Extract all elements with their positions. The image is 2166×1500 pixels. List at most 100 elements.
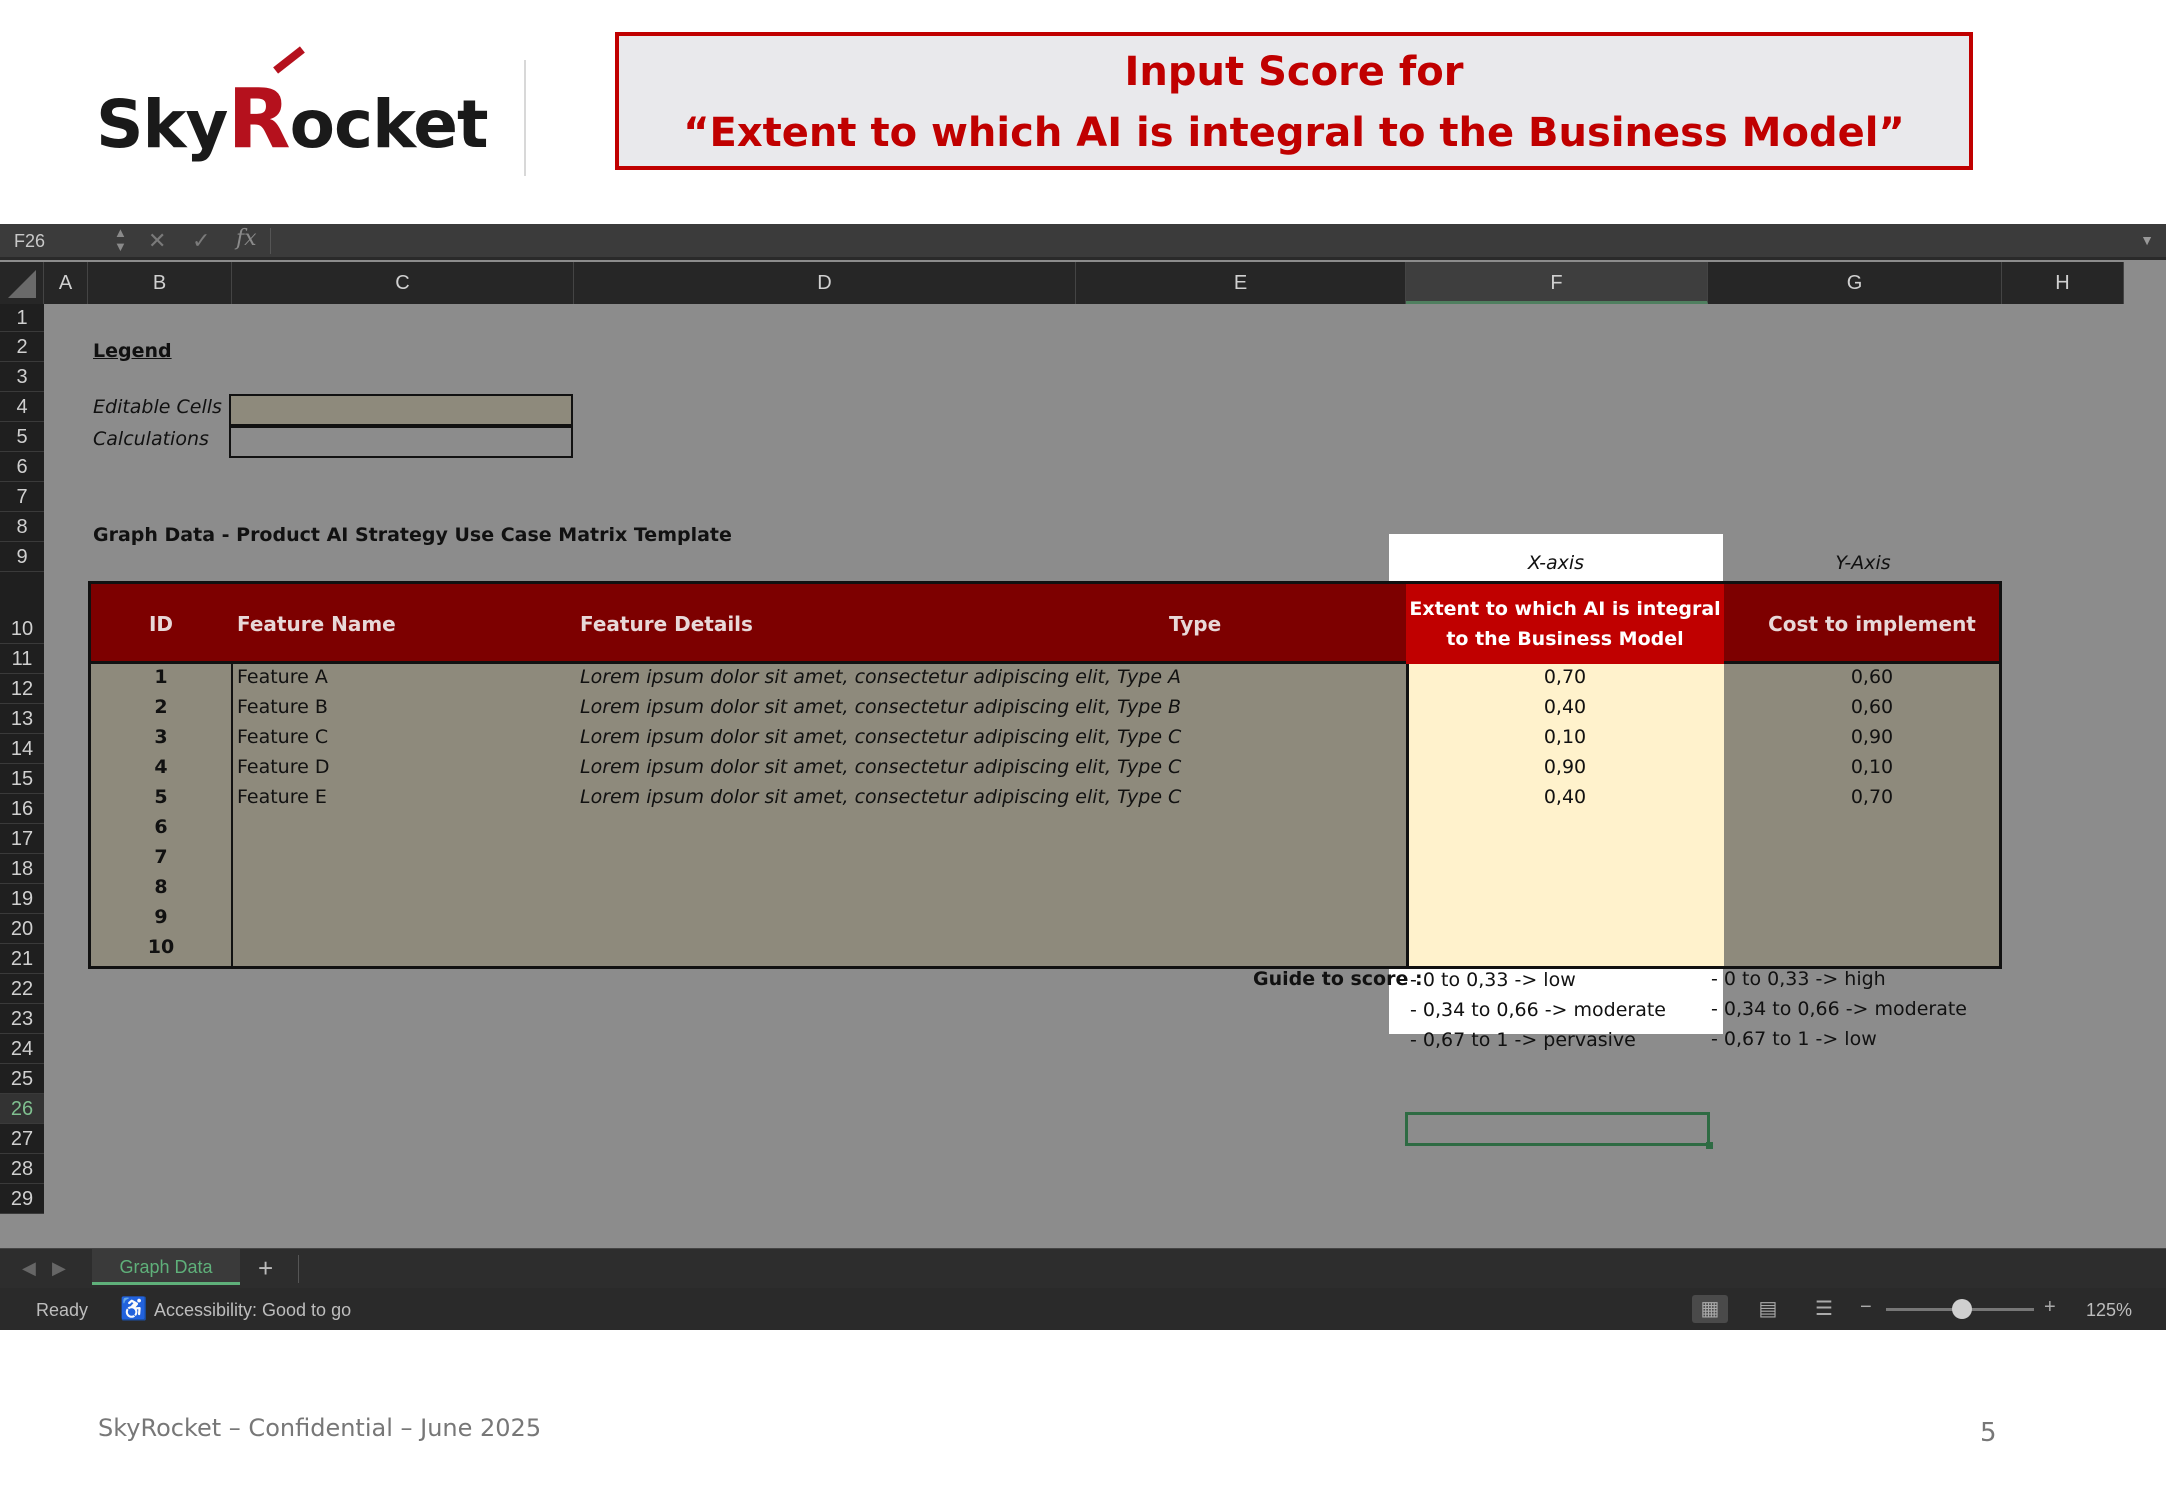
column-header-d[interactable]: D xyxy=(574,262,1076,304)
row-header-23[interactable]: 23 xyxy=(0,1004,44,1034)
row-header-17[interactable]: 17 xyxy=(0,824,44,854)
row-header-11[interactable]: 11 xyxy=(0,644,44,674)
cell-id[interactable]: 6 xyxy=(91,816,231,838)
row-header-8[interactable]: 8 xyxy=(0,512,44,542)
formula-expand-icon[interactable]: ▼ xyxy=(2140,232,2154,248)
cell-cost[interactable]: 0,10 xyxy=(1724,756,2020,778)
cell-feature-name[interactable]: Feature D xyxy=(237,756,329,778)
column-header-g[interactable]: G xyxy=(1708,262,2002,304)
enter-check-icon[interactable]: ✓ xyxy=(192,228,210,254)
row-header-9[interactable]: 9 xyxy=(0,542,44,572)
legend-editable-swatch[interactable] xyxy=(229,394,573,426)
cell-id[interactable]: 10 xyxy=(91,936,231,958)
cell-x-score[interactable]: 0,40 xyxy=(1406,696,1724,718)
cell-x-score[interactable]: 0,40 xyxy=(1406,786,1724,808)
column-header-c[interactable]: C xyxy=(232,262,574,304)
table-header: ID Feature Name Feature Details Type Ext… xyxy=(91,584,1999,664)
accessibility-status[interactable]: Accessibility: Good to go xyxy=(154,1300,351,1321)
row-header-28[interactable]: 28 xyxy=(0,1154,44,1184)
row-header-3[interactable]: 3 xyxy=(0,362,44,392)
legend-title: Legend xyxy=(93,340,172,362)
row-header-27[interactable]: 27 xyxy=(0,1124,44,1154)
cell-x-score[interactable]: 0,90 xyxy=(1406,756,1724,778)
cell-id[interactable]: 5 xyxy=(91,786,231,808)
cell-x-score[interactable]: 0,10 xyxy=(1406,726,1724,748)
row-header-6[interactable]: 6 xyxy=(0,452,44,482)
guide-x-item: - 0,67 to 1 -> pervasive xyxy=(1410,1029,1636,1051)
cell-feature-name[interactable]: Feature E xyxy=(237,786,327,808)
zoom-in-icon[interactable]: + xyxy=(2044,1296,2056,1319)
cell-feature-details[interactable]: Lorem ipsum dolor sit amet, consectetur … xyxy=(580,756,1181,778)
row-header-20[interactable]: 20 xyxy=(0,914,44,944)
row-header-2[interactable]: 2 xyxy=(0,332,44,362)
cell-cost[interactable]: 0,60 xyxy=(1724,696,2020,718)
prev-sheet-icon[interactable]: ◀ xyxy=(22,1258,36,1279)
cell-feature-name[interactable]: Feature B xyxy=(237,696,328,718)
name-box[interactable]: F26 xyxy=(14,231,45,252)
row-header-26[interactable]: 26 xyxy=(0,1094,44,1124)
row-header-13[interactable]: 13 xyxy=(0,704,44,734)
active-cell-f26[interactable] xyxy=(1405,1112,1710,1146)
row-header-22[interactable]: 22 xyxy=(0,974,44,1004)
row-header-1[interactable]: 1 xyxy=(0,304,44,332)
next-sheet-icon[interactable]: ▶ xyxy=(52,1258,66,1279)
logo-accent-mark xyxy=(273,46,305,74)
zoom-out-icon[interactable]: − xyxy=(1860,1296,1872,1319)
cell-feature-details[interactable]: Lorem ipsum dolor sit amet, consectetur … xyxy=(580,786,1181,808)
row-header-19[interactable]: 19 xyxy=(0,884,44,914)
cell-id[interactable]: 7 xyxy=(91,846,231,868)
formula-bar: F26 ▲ ▼ ✕ ✓ fx ▼ xyxy=(0,224,2166,260)
legend-calculations-label: Calculations xyxy=(93,428,209,450)
cell-id[interactable]: 1 xyxy=(91,666,231,688)
legend-calculations-swatch[interactable] xyxy=(229,426,573,458)
row-header-29[interactable]: 29 xyxy=(0,1184,44,1214)
cell-id[interactable]: 4 xyxy=(91,756,231,778)
cell-id[interactable]: 2 xyxy=(91,696,231,718)
cell-id[interactable]: 3 xyxy=(91,726,231,748)
row-header-5[interactable]: 5 xyxy=(0,422,44,452)
page-break-icon[interactable]: ☰ xyxy=(1806,1295,1842,1323)
row-header-10[interactable]: 10 xyxy=(0,572,44,644)
cell-feature-name[interactable]: Feature A xyxy=(237,666,328,688)
cell-id[interactable]: 9 xyxy=(91,906,231,928)
row-header-15[interactable]: 15 xyxy=(0,764,44,794)
fill-handle[interactable] xyxy=(1706,1142,1713,1149)
cell-feature-details[interactable]: Lorem ipsum dolor sit amet, consectetur … xyxy=(580,696,1181,718)
cell-feature-details[interactable]: Lorem ipsum dolor sit amet, consectetur … xyxy=(580,666,1181,688)
row-header-25[interactable]: 25 xyxy=(0,1064,44,1094)
accessibility-icon[interactable]: ♿ xyxy=(120,1296,147,1322)
row-header-4[interactable]: 4 xyxy=(0,392,44,422)
function-icon[interactable]: fx xyxy=(236,226,257,251)
header-id: ID xyxy=(148,612,174,636)
cell-x-score[interactable]: 0,70 xyxy=(1406,666,1724,688)
zoom-level[interactable]: 125% xyxy=(2086,1300,2132,1321)
row-header-14[interactable]: 14 xyxy=(0,734,44,764)
row-header-16[interactable]: 16 xyxy=(0,794,44,824)
cell-feature-details[interactable]: Lorem ipsum dolor sit amet, consectetur … xyxy=(580,726,1181,748)
column-header-b[interactable]: B xyxy=(88,262,232,304)
name-box-stepper-icon[interactable]: ▲ ▼ xyxy=(114,226,127,254)
sheet-tab-graph-data[interactable]: Graph Data xyxy=(92,1249,240,1285)
cell-id[interactable]: 8 xyxy=(91,876,231,898)
cell-cost[interactable]: 0,70 xyxy=(1724,786,2020,808)
row-header-24[interactable]: 24 xyxy=(0,1034,44,1064)
cell-cost[interactable]: 0,90 xyxy=(1724,726,2020,748)
row-header-21[interactable]: 21 xyxy=(0,944,44,974)
page-layout-icon[interactable]: ▤ xyxy=(1750,1295,1786,1323)
column-header-f[interactable]: F xyxy=(1406,262,1708,304)
row-header-18[interactable]: 18 xyxy=(0,854,44,884)
row-header-12[interactable]: 12 xyxy=(0,674,44,704)
column-header-e[interactable]: E xyxy=(1076,262,1406,304)
select-all-corner[interactable] xyxy=(0,262,44,304)
zoom-slider-thumb[interactable] xyxy=(1952,1299,1972,1319)
column-header-h[interactable]: H xyxy=(2002,262,2124,304)
cell-cost[interactable]: 0,60 xyxy=(1724,666,2020,688)
header-cost: Cost to implement xyxy=(1768,612,1976,636)
normal-view-icon[interactable]: ▦ xyxy=(1692,1295,1728,1323)
cell-feature-name[interactable]: Feature C xyxy=(237,726,328,748)
add-sheet-icon[interactable]: + xyxy=(258,1253,273,1284)
cancel-icon[interactable]: ✕ xyxy=(148,228,166,254)
slide-title-line1: Input Score for xyxy=(1124,49,1464,95)
row-header-7[interactable]: 7 xyxy=(0,482,44,512)
column-header-a[interactable]: A xyxy=(44,262,88,304)
